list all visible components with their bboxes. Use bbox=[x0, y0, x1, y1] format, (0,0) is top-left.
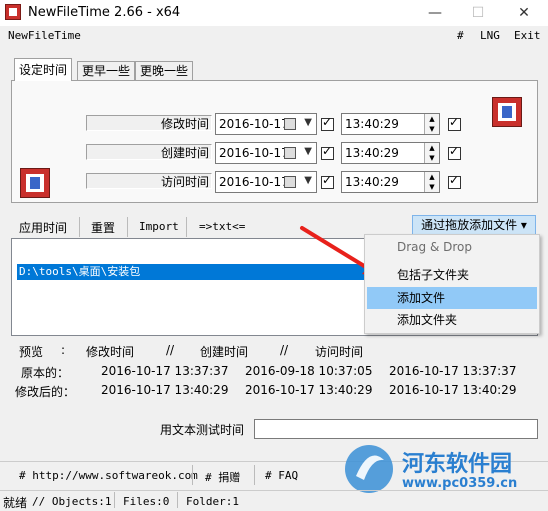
text-test-label: 用文本测试时间 bbox=[160, 423, 245, 437]
modify-time-checkbox[interactable] bbox=[448, 115, 461, 131]
footer-separator bbox=[192, 465, 193, 485]
app-logo-icon[interactable] bbox=[492, 97, 522, 127]
toolbar-separator bbox=[186, 217, 187, 237]
preview-label: 预览 bbox=[19, 345, 44, 359]
original-modify: 2016-10-17 13:37:37 bbox=[101, 364, 229, 378]
footer-separator bbox=[254, 465, 255, 485]
status-files: Files:0 bbox=[123, 495, 170, 508]
tab-later[interactable]: 更晚一些 bbox=[135, 61, 194, 80]
tab-earlier[interactable]: 更早一些 bbox=[77, 61, 136, 80]
close-button[interactable]: ✕ bbox=[509, 2, 539, 24]
header-access: 访问时间 bbox=[315, 345, 364, 359]
donate-link[interactable]: # 捐赠 bbox=[205, 469, 240, 485]
access-time-value: 13:40:29 bbox=[345, 175, 399, 189]
access-date-value: 2016-10-17 bbox=[219, 175, 289, 189]
create-time-label: 创建时间 bbox=[160, 146, 209, 160]
spin-down-icon[interactable]: ▼ bbox=[424, 124, 439, 134]
website-link[interactable]: # http://www.softwareok.com bbox=[19, 469, 198, 482]
reset-button[interactable]: 重置 bbox=[91, 219, 115, 236]
calendar-icon[interactable] bbox=[284, 147, 296, 159]
access-time-label: 访问时间 bbox=[160, 175, 209, 189]
watermark-url: www.pc0359.cn bbox=[402, 476, 518, 491]
modified-label: 修改后的： bbox=[15, 385, 76, 399]
calendar-icon[interactable] bbox=[284, 118, 296, 130]
access-date-picker[interactable]: 2016-10-17 ▼ bbox=[215, 171, 317, 193]
modify-time-label: 修改时间 bbox=[160, 117, 209, 131]
original-access: 2016-10-17 13:37:37 bbox=[389, 364, 517, 378]
status-folders: Folder:1 bbox=[186, 495, 239, 508]
chevron-down-icon[interactable]: ▼ bbox=[304, 146, 312, 157]
modified-access: 2016-10-17 13:40:29 bbox=[389, 383, 517, 397]
modified-modify: 2016-10-17 13:40:29 bbox=[101, 383, 229, 397]
modify-date-checkbox[interactable] bbox=[321, 115, 334, 131]
import-button[interactable]: Import bbox=[139, 220, 179, 233]
chevron-down-icon[interactable]: ▼ bbox=[304, 117, 312, 128]
toolbar-separator bbox=[127, 217, 128, 237]
spin-down-icon[interactable]: ▼ bbox=[424, 153, 439, 163]
menu-header: Drag & Drop bbox=[397, 240, 472, 254]
modify-date-picker[interactable]: 2016-10-17 ▼ bbox=[215, 113, 317, 135]
menu-exit[interactable]: Exit bbox=[514, 29, 541, 42]
menu-add-file[interactable]: 添加文件 bbox=[367, 287, 537, 309]
app-menu-label: NewFileTime bbox=[8, 29, 81, 42]
create-time-label-box: 创建时间 bbox=[86, 144, 212, 160]
create-time-value: 13:40:29 bbox=[345, 146, 399, 160]
original-create: 2016-09-18 10:37:05 bbox=[245, 364, 373, 378]
drag-drop-dropdown[interactable]: 通过拖放添加文件 ▾ bbox=[412, 215, 536, 236]
status-objects: // Objects:1 bbox=[32, 495, 112, 508]
create-date-picker[interactable]: 2016-10-17 ▼ bbox=[215, 142, 317, 164]
export-txt-button[interactable]: =>txt<= bbox=[199, 220, 245, 233]
tab-set-time[interactable]: 设定时间 bbox=[14, 58, 73, 81]
toolbar-separator bbox=[79, 217, 80, 237]
status-separator bbox=[114, 492, 115, 508]
access-time-label-box: 访问时间 bbox=[86, 173, 212, 189]
spin-down-icon[interactable]: ▼ bbox=[424, 182, 439, 192]
preview-colon: : bbox=[61, 343, 66, 357]
menu-add-folder[interactable]: 添加文件夹 bbox=[367, 309, 537, 331]
access-time-picker[interactable]: 13:40:29 ▲ ▼ bbox=[341, 171, 440, 193]
create-date-checkbox[interactable] bbox=[321, 144, 334, 160]
menu-hash[interactable]: # bbox=[457, 29, 464, 42]
create-time-picker[interactable]: 13:40:29 ▲ ▼ bbox=[341, 142, 440, 164]
modify-time-picker[interactable]: 13:40:29 ▲ ▼ bbox=[341, 113, 440, 135]
modified-create: 2016-10-17 13:40:29 bbox=[245, 383, 373, 397]
status-separator bbox=[177, 492, 178, 508]
header-sep: // bbox=[166, 343, 175, 357]
menu-lng[interactable]: LNG bbox=[480, 29, 500, 42]
text-test-input[interactable] bbox=[254, 419, 538, 439]
create-date-value: 2016-10-17 bbox=[219, 146, 289, 160]
app-icon[interactable] bbox=[5, 4, 21, 20]
access-time-checkbox[interactable] bbox=[448, 173, 461, 189]
watermark-brand: 河东软件园 bbox=[402, 452, 513, 477]
menu-include-subfolders[interactable]: 包括子文件夹 bbox=[367, 264, 537, 286]
status-text: 就绪 bbox=[3, 496, 28, 510]
spin-up-icon[interactable]: ▲ bbox=[424, 114, 439, 124]
minimize-button[interactable]: — bbox=[420, 2, 450, 24]
access-date-checkbox[interactable] bbox=[321, 173, 334, 189]
spin-up-icon[interactable]: ▲ bbox=[424, 143, 439, 153]
divider bbox=[0, 490, 548, 491]
faq-link[interactable]: # FAQ bbox=[265, 469, 298, 482]
maximize-button[interactable]: ☐ bbox=[463, 2, 493, 24]
header-create: 创建时间 bbox=[200, 345, 249, 359]
calendar-icon[interactable] bbox=[284, 176, 296, 188]
window-title: NewFileTime 2.66 - x64 bbox=[28, 5, 181, 20]
original-label: 原本的： bbox=[21, 366, 70, 380]
apply-time-button[interactable]: 应用时间 bbox=[19, 219, 67, 236]
modify-time-label-box: 修改时间 bbox=[86, 115, 212, 131]
header-modify: 修改时间 bbox=[86, 345, 135, 359]
spin-up-icon[interactable]: ▲ bbox=[424, 172, 439, 182]
chevron-down-icon[interactable]: ▼ bbox=[304, 175, 312, 186]
header-sep: // bbox=[280, 343, 289, 357]
modify-date-value: 2016-10-17 bbox=[219, 117, 289, 131]
context-menu: Drag & Drop 包括子文件夹 添加文件 添加文件夹 bbox=[364, 234, 540, 334]
create-time-checkbox[interactable] bbox=[448, 144, 461, 160]
app-logo-icon[interactable] bbox=[20, 168, 50, 198]
modify-time-value: 13:40:29 bbox=[345, 117, 399, 131]
